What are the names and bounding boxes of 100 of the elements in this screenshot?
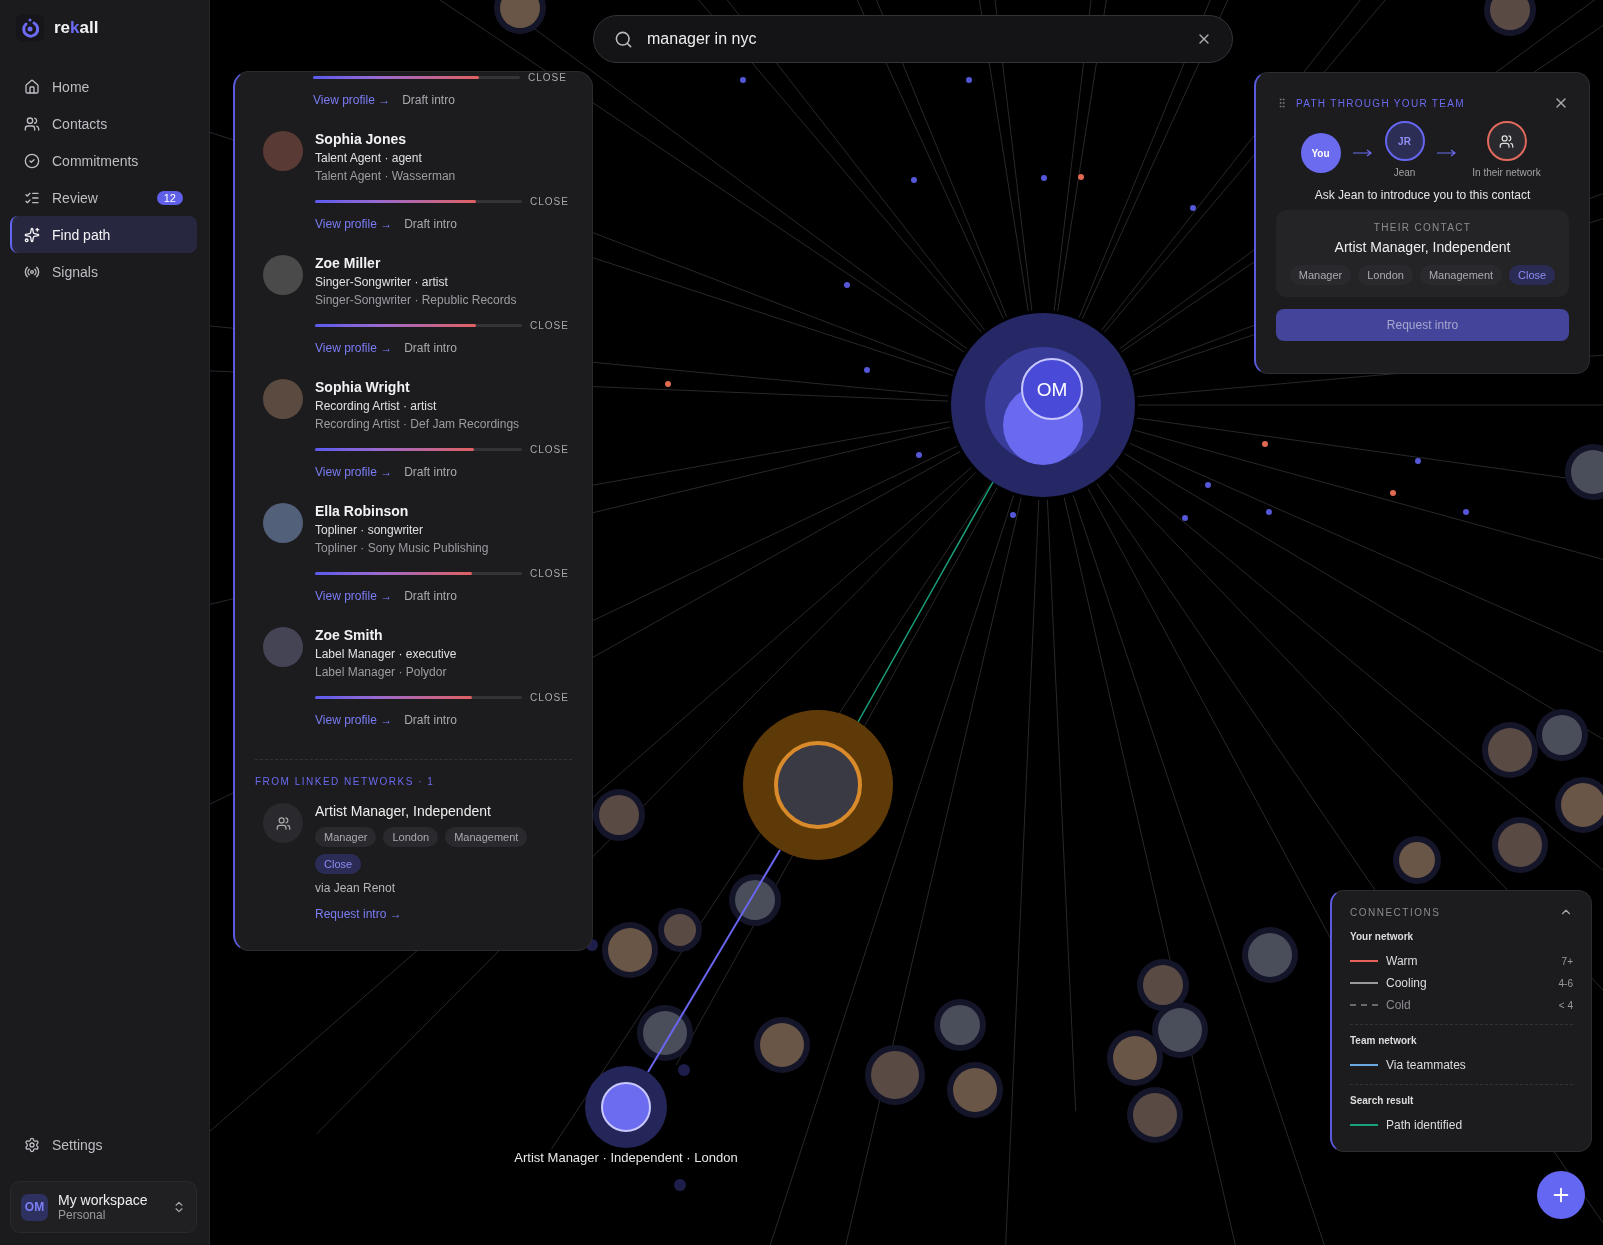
photo-placeholder[interactable] <box>593 789 645 841</box>
tag: Manager <box>315 827 377 847</box>
nav-icon <box>24 78 40 95</box>
legend-label: Cooling <box>1386 976 1428 990</box>
nav-icon <box>24 152 40 169</box>
nav-icon <box>24 115 40 132</box>
panel-title: PATH THROUGH YOUR TEAM <box>1296 97 1466 109</box>
contact-role: Label Manager · executive <box>315 647 458 661</box>
card-heading: THEIR CONTACT <box>1373 222 1472 233</box>
legend-label: Warm <box>1386 954 1419 968</box>
photo-placeholder[interactable] <box>494 0 546 34</box>
contact-name: Zoe Miller <box>315 255 382 271</box>
draft-intro-link[interactable]: Draft intro <box>404 217 457 231</box>
settings-nav-item[interactable]: Settings <box>10 1126 197 1163</box>
contact-company: Recording Artist · Def Jam Recordings <box>315 417 521 431</box>
photo-placeholder[interactable] <box>1482 722 1538 778</box>
contact-title: Artist Manager, Independent <box>315 803 492 819</box>
tag: Close <box>315 854 362 874</box>
photo-placeholder[interactable] <box>754 1017 810 1073</box>
nav-item[interactable]: Review 12 <box>10 179 197 216</box>
section-heading: FROM LINKED NETWORKS · 1 <box>255 776 436 787</box>
arrow-icon <box>1436 149 1457 157</box>
photo-placeholder[interactable] <box>1536 709 1588 761</box>
contact-company: Topliner · Sony Music Publishing <box>315 541 490 555</box>
people-icon <box>263 803 303 843</box>
you-avatar: You <box>1300 133 1341 173</box>
photo-placeholder[interactable] <box>1107 1030 1163 1086</box>
photo-placeholder[interactable] <box>658 908 702 952</box>
photo-placeholder[interactable] <box>1492 817 1548 873</box>
drag-handle-icon[interactable] <box>1276 97 1288 109</box>
contact-company: Singer-Songwriter · Republic Records <box>315 293 518 307</box>
contact-name: Ella Robinson <box>315 503 410 519</box>
nav-item[interactable]: Find path <box>10 216 197 253</box>
photo-placeholder[interactable] <box>1565 444 1603 500</box>
draft-intro-link[interactable]: Draft intro <box>404 589 457 603</box>
avatar-photo-placeholder <box>263 131 303 171</box>
contact-role: Singer-Songwriter · artist <box>315 275 449 289</box>
tag: Close <box>1509 265 1556 285</box>
target-node-drawing[interactable] <box>585 1066 667 1148</box>
nav-item[interactable]: Signals <box>10 253 197 290</box>
contact-company: Label Manager · Polydor <box>315 665 448 679</box>
legend-value: < 4 <box>1558 999 1573 1011</box>
contact-name: Sophia Wright <box>315 379 411 395</box>
contact-role: Recording Artist · artist <box>315 399 438 413</box>
avatar-photo-placeholder <box>263 627 303 667</box>
request-intro-button[interactable]: Request intro <box>1276 309 1569 341</box>
photo-placeholder[interactable] <box>602 922 658 978</box>
legend-group-title: Your network <box>1350 931 1415 942</box>
photo-placeholder[interactable] <box>729 874 781 926</box>
photo-placeholder[interactable] <box>947 1062 1003 1118</box>
strength-label: CLOSE <box>528 72 567 83</box>
tag: Manager <box>1289 265 1352 285</box>
strength-label: CLOSE <box>530 692 569 703</box>
draft-intro-link[interactable]: Draft intro <box>402 93 455 107</box>
photo-placeholder[interactable] <box>1242 927 1298 983</box>
tag: Management <box>1419 265 1503 285</box>
legend-value: 7+ <box>1561 955 1573 967</box>
photo-placeholder[interactable] <box>1152 1002 1208 1058</box>
tag: London <box>383 827 439 847</box>
settings-icon <box>24 1136 40 1153</box>
strength-label: CLOSE <box>530 444 569 455</box>
legend-group-title: Search result <box>1350 1095 1415 1106</box>
contact-role: Talent Agent · agent <box>315 151 423 165</box>
step-caption: Jean <box>1393 167 1416 178</box>
photo-placeholder[interactable] <box>1127 1087 1183 1143</box>
brand-name: rekall <box>54 18 99 38</box>
photo-placeholder[interactable] <box>1137 959 1189 1011</box>
contact-title: Artist Manager, Independent <box>1334 239 1511 255</box>
legend-label: Path identified <box>1386 1118 1464 1132</box>
search-icon <box>614 29 633 49</box>
view-profile-link[interactable]: View profile → <box>315 217 393 231</box>
contact-name: Sophia Jones <box>315 131 408 147</box>
photo-placeholder[interactable] <box>934 999 986 1051</box>
view-profile-link[interactable]: View profile → <box>315 589 393 603</box>
request-intro-link[interactable]: Request intro → <box>315 907 402 921</box>
search-field[interactable]: manager in nyc <box>593 15 1233 63</box>
view-profile-link[interactable]: View profile → <box>315 465 393 479</box>
legend-value: 4-6 <box>1558 977 1573 989</box>
draft-intro-link[interactable]: Draft intro <box>404 713 457 727</box>
photo-placeholder[interactable] <box>1393 836 1441 884</box>
view-profile-link[interactable]: View profile → <box>315 341 393 355</box>
photo-placeholder[interactable] <box>1555 777 1603 833</box>
contact-company: Talent Agent · Wasserman <box>315 169 457 183</box>
nav-item[interactable]: Home <box>10 68 197 105</box>
avatar-photo-placeholder <box>263 255 303 295</box>
draft-intro-link[interactable]: Draft intro <box>404 341 457 355</box>
search-input[interactable]: manager in nyc <box>645 29 1184 49</box>
avatar-photo-placeholder <box>263 503 303 543</box>
nav-item[interactable]: Contacts <box>10 105 197 142</box>
photo-placeholder[interactable] <box>865 1045 925 1105</box>
photo-placeholder[interactable] <box>1484 0 1536 36</box>
legend-title: CONNECTIONS <box>1350 906 1441 918</box>
center-node-drawing[interactable] <box>951 313 1135 497</box>
add-button[interactable] <box>1537 1171 1585 1219</box>
view-profile-link[interactable]: View profile → <box>315 713 393 727</box>
selected-node-drawing[interactable] <box>743 710 893 860</box>
photo-placeholder[interactable] <box>637 1005 693 1061</box>
view-profile-link[interactable]: View profile → <box>313 93 391 107</box>
nav-item[interactable]: Commitments <box>10 142 197 179</box>
draft-intro-link[interactable]: Draft intro <box>404 465 457 479</box>
